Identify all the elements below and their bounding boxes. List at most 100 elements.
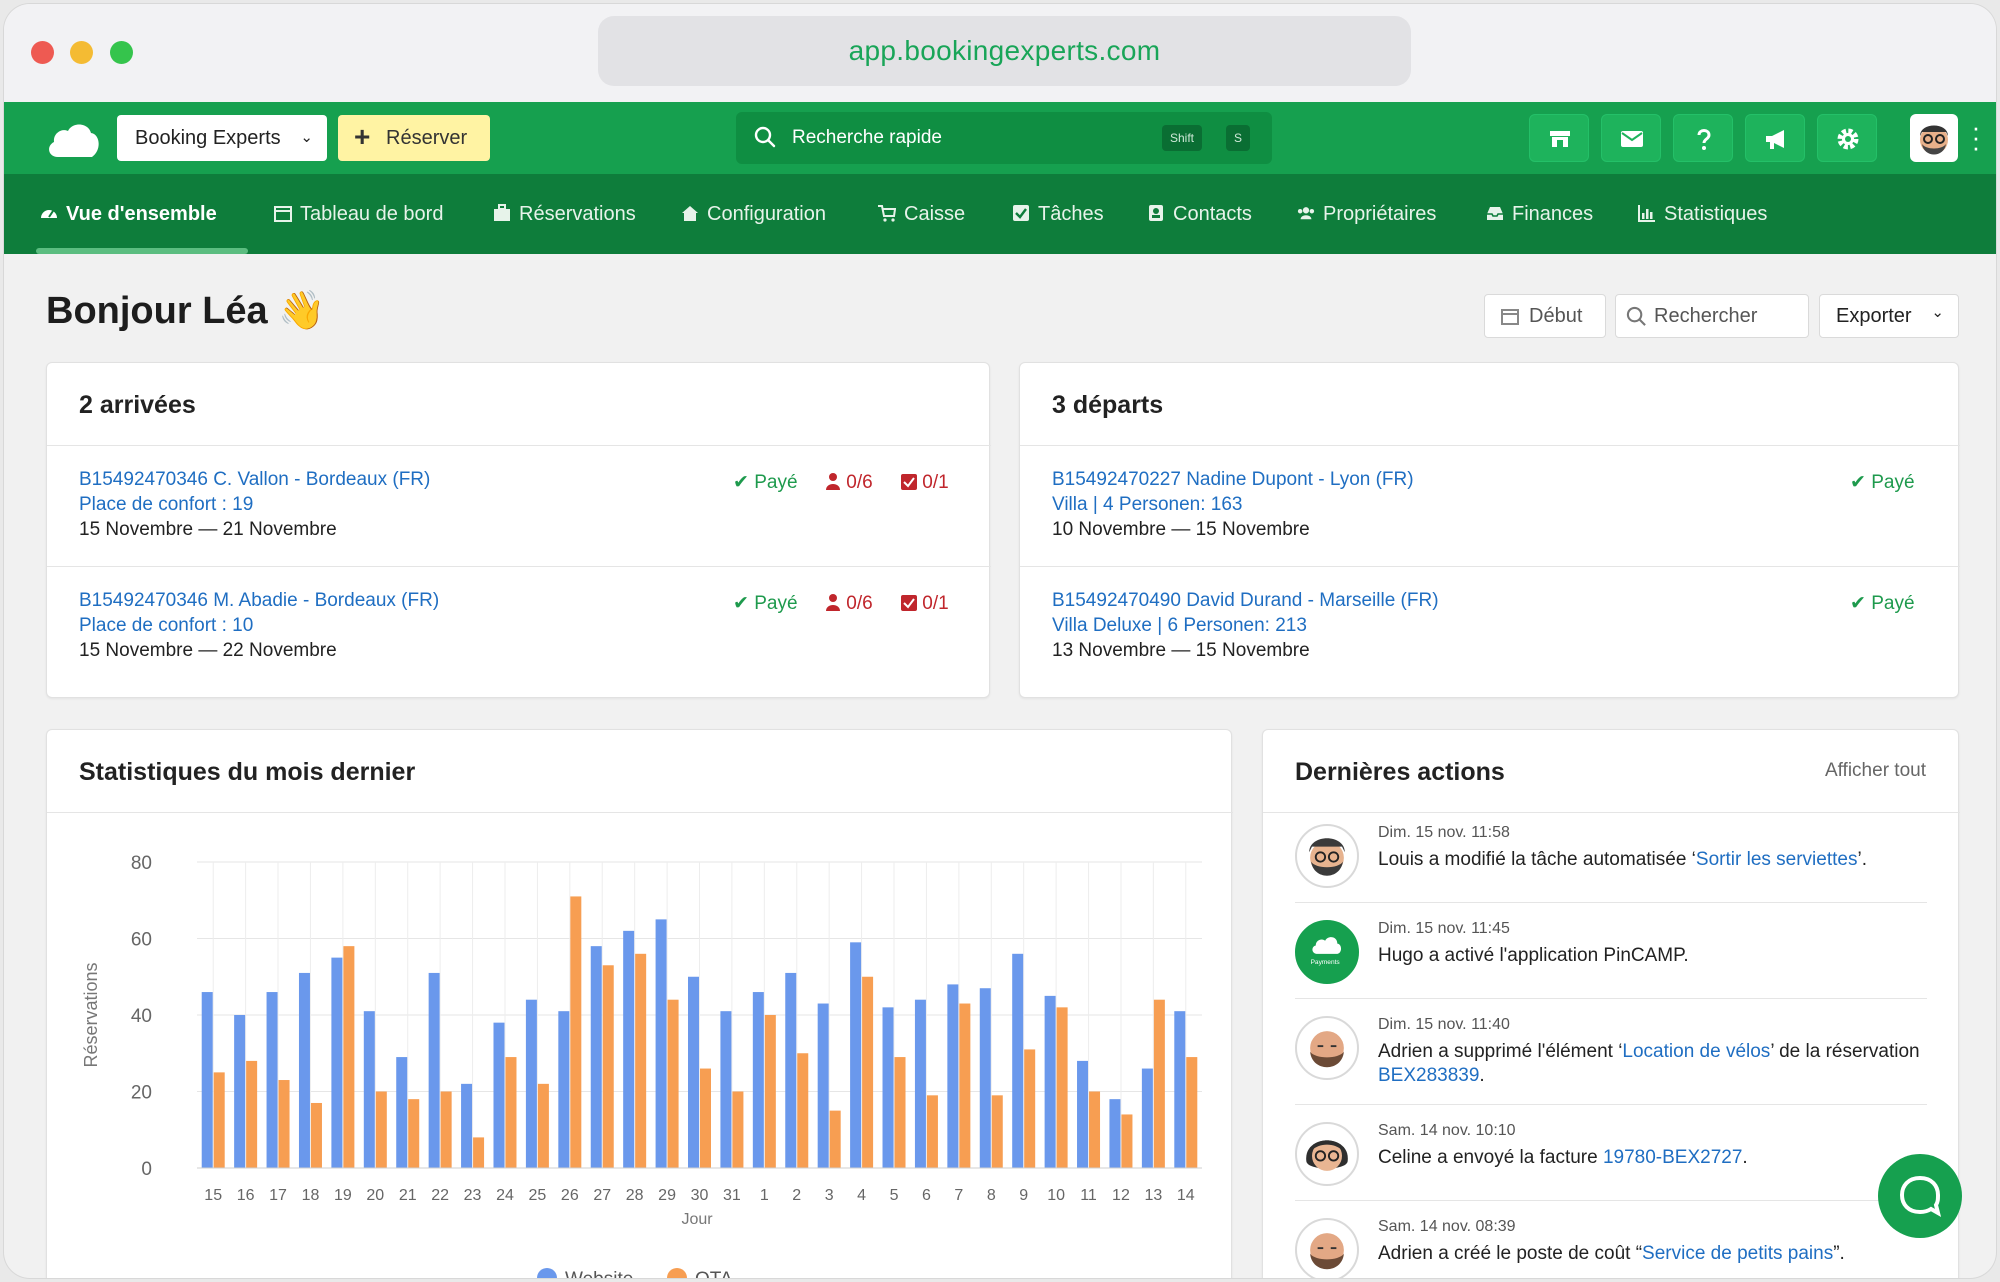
export-button[interactable]: Exporter ⌄ (1819, 294, 1959, 338)
departure-item-1[interactable]: B15492470227 Nadine Dupont - Lyon (FR) V… (1052, 467, 1414, 542)
help-button[interactable] (1673, 114, 1733, 162)
legend-swatch-ota (667, 1268, 687, 1278)
dashboard-gauge-icon (41, 210, 57, 218)
guest-count: 0/6 (825, 470, 873, 495)
bar-website-31 (720, 1011, 732, 1168)
nav-dashboard[interactable]: Tableau de bord (274, 174, 443, 254)
departures-title: 3 départs (1052, 391, 1164, 419)
reservation-link[interactable]: BEX283839 (1378, 1065, 1479, 1086)
reservation-link[interactable]: B15492470490 David Durand - Marseille (F… (1052, 588, 1439, 613)
home-icon (682, 206, 698, 221)
x-tick-label: 21 (399, 1187, 417, 1204)
x-tick-label: 18 (302, 1187, 320, 1204)
payment-status: ✔ Payé (1850, 470, 1915, 495)
reservation-link[interactable]: B15492470346 C. Vallon - Bordeaux (FR) (79, 467, 430, 492)
reserve-button[interactable]: + Réserver (338, 115, 490, 161)
nav-configuration[interactable]: Configuration (681, 174, 826, 254)
announcements-button[interactable] (1745, 114, 1805, 162)
close-window-button[interactable] (31, 41, 54, 64)
bar-ota-7 (959, 1003, 971, 1168)
action-time: Dim. 15 nov. 11:40 (1378, 1016, 1510, 1033)
arrival-item-2[interactable]: B15492470346 M. Abadie - Bordeaux (FR) P… (79, 588, 439, 663)
x-tick-label: 27 (593, 1187, 611, 1204)
chat-support-button[interactable] (1878, 1154, 1962, 1238)
bar-ota-23 (473, 1137, 485, 1168)
user-avatar[interactable] (1910, 114, 1958, 162)
user-avatar (1295, 824, 1359, 888)
bar-ota-29 (667, 999, 679, 1168)
bar-ota-25 (537, 1083, 549, 1168)
bar-website-3 (817, 1003, 829, 1168)
organization-select[interactable]: Booking Experts ⌄ (117, 115, 327, 161)
store-button[interactable] (1529, 114, 1589, 162)
start-date-button[interactable]: Début (1484, 294, 1606, 338)
dashboard-search-input[interactable]: Rechercher (1615, 294, 1809, 338)
arrival-item-1[interactable]: B15492470346 C. Vallon - Bordeaux (FR) P… (79, 467, 430, 542)
nav-statistics[interactable]: Statistiques (1638, 174, 1767, 254)
chevron-down-icon: ⌄ (1931, 304, 1944, 321)
address-bar[interactable]: app.bookingexperts.com (598, 16, 1411, 86)
accommodation-link[interactable]: Villa | 4 Personen: 163 (1052, 492, 1414, 517)
nav-overview[interactable]: Vue d'ensemble (40, 174, 217, 254)
bar-website-29 (655, 919, 667, 1168)
bar-website-11 (1077, 1060, 1089, 1168)
guest-count: 0/6 (825, 591, 873, 616)
accommodation-link[interactable]: Place de confort : 19 (79, 492, 430, 517)
maximize-window-button[interactable] (110, 41, 133, 64)
reservation-link[interactable]: B15492470346 M. Abadie - Bordeaux (FR) (79, 588, 439, 613)
x-tick-label: 12 (1112, 1187, 1130, 1204)
action-time: Dim. 15 nov. 11:45 (1378, 920, 1510, 937)
nav-owners[interactable]: Propriétaires (1297, 174, 1436, 254)
accommodation-link[interactable]: Place de confort : 10 (79, 613, 439, 638)
payment-status-label: Payé (754, 472, 798, 493)
guest-count-label: 0/6 (846, 593, 873, 614)
accommodation-link[interactable]: Villa Deluxe | 6 Personen: 213 (1052, 613, 1439, 638)
y-tick-label: 20 (131, 1083, 152, 1104)
action-link[interactable]: Location de vélos (1622, 1041, 1770, 1062)
action-text-start: Celine a envoyé la facture (1378, 1147, 1603, 1168)
bar-ota-12 (1121, 1114, 1133, 1168)
invoice-link[interactable]: 19780-BEX2727 (1603, 1147, 1742, 1168)
nav-finances[interactable]: Finances (1486, 174, 1593, 254)
more-vertical-icon[interactable]: · · · (1971, 114, 1981, 160)
bar-ota-31 (732, 1091, 744, 1168)
checkbox-icon (901, 595, 917, 611)
chevron-down-icon: ⌄ (300, 129, 313, 146)
bar-chart-icon (1638, 205, 1655, 222)
divider (47, 812, 1233, 813)
reservation-link[interactable]: B15492470227 Nadine Dupont - Lyon (FR) (1052, 467, 1414, 492)
bar-ota-4 (862, 976, 874, 1168)
action-link[interactable]: Service de petits pains (1642, 1243, 1833, 1264)
contact-card-icon (1149, 205, 1163, 221)
x-tick-label: 6 (922, 1187, 931, 1204)
active-tab-indicator (36, 248, 248, 254)
messages-button[interactable] (1601, 114, 1661, 162)
departure-item-2[interactable]: B15492470490 David Durand - Marseille (F… (1052, 588, 1439, 663)
nav-reservations[interactable]: Réservations (493, 174, 636, 254)
nav-cashier[interactable]: Caisse (878, 174, 965, 254)
settings-button[interactable] (1817, 114, 1877, 162)
action-text-end: ’. (1857, 849, 1867, 870)
bar-ota-27 (602, 965, 614, 1168)
bar-website-17 (266, 992, 278, 1168)
bar-website-30 (688, 976, 699, 1168)
quick-search-input[interactable]: Recherche rapide Shift S (736, 112, 1272, 164)
arrivals-card: 2 arrivées B15492470346 C. Vallon - Bord… (46, 362, 991, 698)
show-all-link[interactable]: Afficher tout (1825, 760, 1926, 782)
action-text-middle: ’ de la réservation (1770, 1041, 1920, 1062)
action-text-end: . (1742, 1147, 1748, 1168)
bar-website-8 (979, 988, 991, 1168)
bar-ota-10 (1056, 1007, 1068, 1168)
x-tick-label: 13 (1144, 1187, 1162, 1204)
action-text: Louis a modifié la tâche automatisée ‘So… (1378, 848, 1938, 872)
action-link[interactable]: Sortir les serviettes (1696, 849, 1858, 870)
minimize-window-button[interactable] (70, 41, 93, 64)
nav-contacts[interactable]: Contacts (1147, 174, 1252, 254)
cloud-logo-icon[interactable] (46, 120, 100, 158)
nav-tasks[interactable]: Tâches (1012, 174, 1104, 254)
action-text-start: Adrien a supprimé l'élément ‘ (1378, 1041, 1623, 1062)
bar-ota-11 (1089, 1091, 1101, 1168)
action-text-start: Hugo a activé l'application PinCAMP. (1378, 945, 1689, 966)
bar-website-27 (590, 946, 602, 1168)
quick-search-placeholder: Recherche rapide (792, 127, 942, 148)
